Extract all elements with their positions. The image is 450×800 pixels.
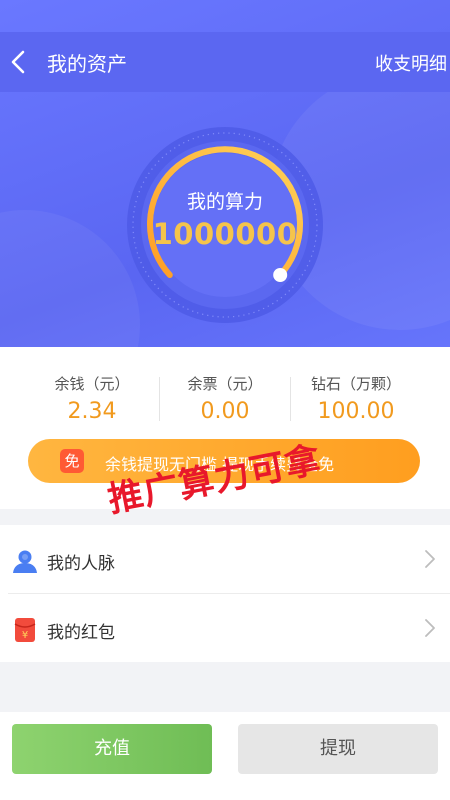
- asset-menu: 我的人脉 ¥ 我的红包: [0, 525, 450, 662]
- chevron-right-icon: [425, 619, 435, 637]
- gauge-value: 1000000: [152, 217, 298, 251]
- stat-diamonds[interactable]: 钻石（万颗） 100.00: [281, 373, 431, 424]
- transactions-detail-link[interactable]: 收支明细: [375, 50, 447, 76]
- stat-label: 余票（元）: [187, 375, 263, 393]
- gauge-label: 我的算力: [186, 191, 263, 213]
- menu-label: 我的红包: [47, 623, 115, 643]
- free-badge-icon: 免: [60, 449, 84, 473]
- menu-label: 我的人脉: [47, 554, 115, 574]
- page-title: 我的资产: [47, 52, 127, 76]
- stat-label: 余钱（元）: [54, 375, 130, 393]
- compute-power-gauge: 我的算力 1000000: [125, 125, 325, 325]
- stat-balance[interactable]: 余钱（元） 2.34: [17, 373, 167, 424]
- chevron-right-icon: [425, 550, 435, 568]
- action-footer: 充值 提现: [0, 712, 450, 800]
- stat-value: 100.00: [317, 399, 395, 424]
- menu-item-red-envelope[interactable]: ¥ 我的红包: [8, 593, 450, 662]
- contacts-icon: [12, 548, 38, 574]
- menu-item-contacts[interactable]: 我的人脉: [0, 525, 450, 593]
- stat-label: 钻石（万颗）: [310, 375, 401, 393]
- stat-tickets[interactable]: 余票（元） 0.00: [150, 373, 300, 424]
- recharge-button[interactable]: 充值: [12, 724, 212, 774]
- back-arrow-icon[interactable]: [6, 49, 32, 75]
- svg-text:¥: ¥: [22, 630, 28, 641]
- withdraw-button[interactable]: 提现: [238, 724, 438, 774]
- stat-value: 2.34: [67, 399, 117, 424]
- stat-value: 0.00: [200, 399, 250, 424]
- top-bar: 我的资产 收支明细: [0, 32, 450, 92]
- red-envelope-icon: ¥: [12, 617, 38, 643]
